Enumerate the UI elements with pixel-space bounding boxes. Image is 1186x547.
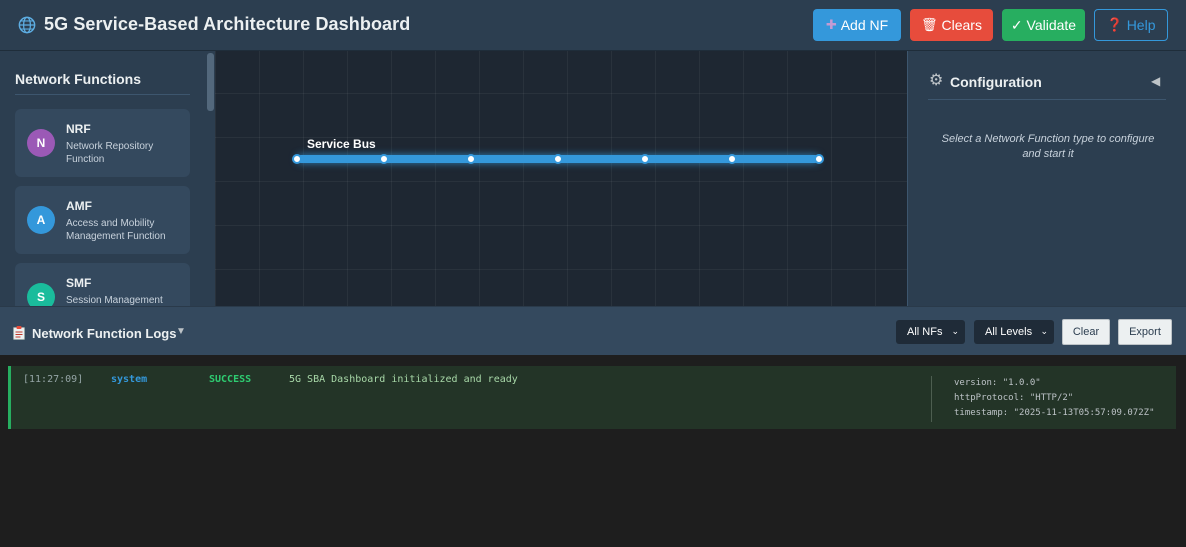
nf-badge: N	[27, 129, 55, 157]
bus-node[interactable]	[379, 154, 389, 164]
bus-node[interactable]	[466, 154, 476, 164]
bus-node[interactable]	[814, 154, 824, 164]
log-list: [11:27:09] system SUCCESS 5G SBA Dashboa…	[0, 355, 1186, 547]
validate-label: ✓ Validate	[1010, 16, 1077, 33]
add-nf-label: Add NF	[840, 17, 889, 33]
clear-logs-button[interactable]: Clear	[1062, 319, 1110, 345]
nf-badge: A	[27, 206, 55, 234]
logs-toolbar: Network Function Logs ▼ All NFs ⌄ All Le…	[0, 306, 1186, 355]
clear-button[interactable]: 🗑 Clears	[910, 9, 993, 41]
log-source: system	[111, 374, 148, 385]
add-nf-button[interactable]: ✚ Add NF	[813, 9, 901, 41]
logs-title: Network Function Logs	[32, 326, 177, 341]
help-button[interactable]: ❓ Help	[1094, 9, 1168, 41]
config-title: Configuration	[950, 74, 1042, 90]
log-metadata: version: "1.0.0" httpProtocol: "HTTP/2" …	[931, 376, 1171, 422]
plus-icon: ✚	[825, 17, 837, 32]
page-title: 5G Service-Based Architecture Dashboard	[44, 14, 411, 34]
bus-node[interactable]	[727, 154, 737, 164]
log-timestamp: [11:27:09]	[23, 374, 84, 385]
validate-button[interactable]: ✓ Validate	[1002, 9, 1085, 41]
nf-description: Network Repository Function	[66, 141, 154, 165]
nf-card-smf[interactable]: S SMF Session Management	[15, 263, 190, 306]
nf-description: Access and Mobility Management Function	[66, 218, 166, 242]
nf-card-amf[interactable]: A AMF Access and Mobility Management Fun…	[15, 186, 190, 254]
configuration-panel: ⚙ Configuration ◀ Select a Network Funct…	[907, 51, 1186, 306]
nf-filter-select[interactable]: All NFs ⌄	[896, 320, 965, 344]
logs-toggle-icon[interactable]: ▼	[176, 326, 186, 337]
nf-card-nrf[interactable]: N NRF Network Repository Function	[15, 109, 190, 177]
clear-label: Clears	[941, 17, 982, 33]
globe-icon	[18, 16, 36, 34]
log-meta-line: timestamp: "2025-11-13T05:57:09.072Z"	[954, 408, 1155, 418]
nf-badge: S	[27, 283, 55, 306]
topology-canvas[interactable]: Service Bus	[215, 51, 907, 306]
trash-icon: 🗑	[921, 17, 938, 32]
nf-name: NRF	[66, 122, 91, 136]
bus-node[interactable]	[292, 154, 302, 164]
help-label: Help	[1126, 17, 1156, 33]
log-meta-line: version: "1.0.0"	[954, 378, 1041, 388]
level-filter-value: All Levels	[985, 326, 1033, 338]
log-meta-line: httpProtocol: "HTTP/2"	[954, 393, 1074, 403]
nf-name: AMF	[66, 199, 92, 213]
sidebar-title: Network Functions	[15, 71, 142, 87]
collapse-panel-icon[interactable]: ◀	[1151, 74, 1160, 88]
network-functions-sidebar: Network Functions N NRF Network Reposito…	[0, 51, 207, 306]
nf-filter-value: All NFs	[907, 326, 943, 338]
app-header: 5G Service-Based Architecture Dashboard …	[0, 0, 1186, 51]
sidebar-divider	[15, 94, 190, 95]
gear-icon: ⚙	[929, 72, 944, 89]
config-hint: Select a Network Function type to config…	[941, 133, 1155, 160]
nf-description: Session Management	[66, 295, 163, 306]
clipboard-icon	[13, 326, 25, 340]
level-filter-select[interactable]: All Levels ⌄	[974, 320, 1054, 344]
config-divider	[928, 99, 1166, 100]
bus-node[interactable]	[553, 154, 563, 164]
export-logs-button[interactable]: Export	[1118, 319, 1172, 345]
bus-node[interactable]	[640, 154, 650, 164]
service-bus-label: Service Bus	[307, 137, 376, 151]
nf-name: SMF	[66, 276, 92, 290]
log-message: 5G SBA Dashboard initialized and ready	[289, 374, 518, 385]
log-entry: [11:27:09] system SUCCESS 5G SBA Dashboa…	[8, 366, 1176, 429]
chevron-down-icon: ⌄	[951, 326, 959, 336]
sidebar-scroll-thumb[interactable]	[207, 53, 214, 111]
question-icon: ❓	[1106, 17, 1123, 32]
log-level: SUCCESS	[209, 374, 252, 385]
chevron-down-icon: ⌄	[1040, 326, 1048, 336]
